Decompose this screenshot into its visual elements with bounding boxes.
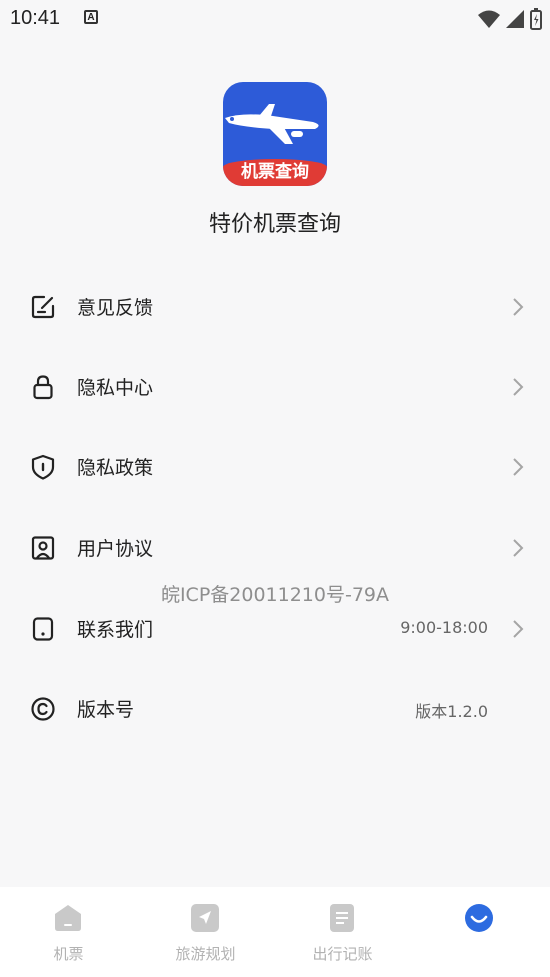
wifi-icon <box>478 10 500 28</box>
navigation-arrow-icon <box>191 904 219 932</box>
tab-travel-expenses[interactable]: 出行记账 <box>274 887 411 977</box>
signal-icon <box>506 10 524 28</box>
app-title: 特价机票查询 <box>208 212 341 237</box>
chevron-right-icon <box>513 458 524 476</box>
feedback-edit-icon <box>31 295 55 319</box>
menu-item-user-agreement[interactable]: 用户协议 <box>0 508 550 588</box>
status-time: 10:41 <box>10 7 61 29</box>
menu-item-label: 意见反馈 <box>77 297 154 319</box>
menu-item-version: 版本号 版本1.2.0 <box>0 669 550 749</box>
menu-item-contact-us[interactable]: 联系我们 9:00-18:00 <box>0 589 550 669</box>
menu-item-label: 联系我们 <box>77 619 154 641</box>
menu-item-label: 版本号 <box>77 699 135 721</box>
shield-icon <box>31 454 55 480</box>
lock-icon <box>33 375 53 400</box>
copyright-icon <box>31 697 55 721</box>
chevron-right-icon <box>513 620 524 638</box>
home-icon <box>55 905 81 931</box>
nav-label: 机票 <box>53 945 84 963</box>
version-number: 版本1.2.0 <box>415 702 488 721</box>
bottom-nav: 机票 旅游规划 出行记账 <box>0 887 550 977</box>
tab-profile[interactable] <box>411 887 548 977</box>
menu-item-label: 隐私中心 <box>77 377 154 399</box>
service-hours: 9:00-18:00 <box>400 618 488 637</box>
status-bar: 10:41 A <box>0 0 550 38</box>
menu-item-label: 隐私政策 <box>77 457 154 479</box>
nav-label: 出行记账 <box>312 945 373 963</box>
tab-travel-planning[interactable]: 旅游规划 <box>137 887 274 977</box>
user-agreement-icon <box>31 536 55 560</box>
nav-label: 旅游规划 <box>175 945 236 963</box>
app-logo: 机票查询 <box>223 82 327 186</box>
chevron-right-icon <box>513 378 524 396</box>
menu-item-privacy-center[interactable]: 隐私中心 <box>0 347 550 427</box>
notes-icon <box>330 904 354 932</box>
notification-icon: A <box>84 10 98 24</box>
tab-flights[interactable]: 机票 <box>0 887 137 977</box>
menu-item-label: 用户协议 <box>77 538 154 560</box>
profile-smile-icon <box>465 904 493 932</box>
battery-icon <box>530 8 542 30</box>
chevron-right-icon <box>513 298 524 316</box>
status-icons <box>478 8 542 30</box>
phone-icon <box>32 617 54 641</box>
logo-text: 机票查询 <box>223 159 327 186</box>
airplane-icon <box>225 104 319 144</box>
menu-item-privacy-policy[interactable]: 隐私政策 <box>0 427 550 507</box>
chevron-right-icon <box>513 539 524 557</box>
menu-item-feedback[interactable]: 意见反馈 <box>0 267 550 347</box>
